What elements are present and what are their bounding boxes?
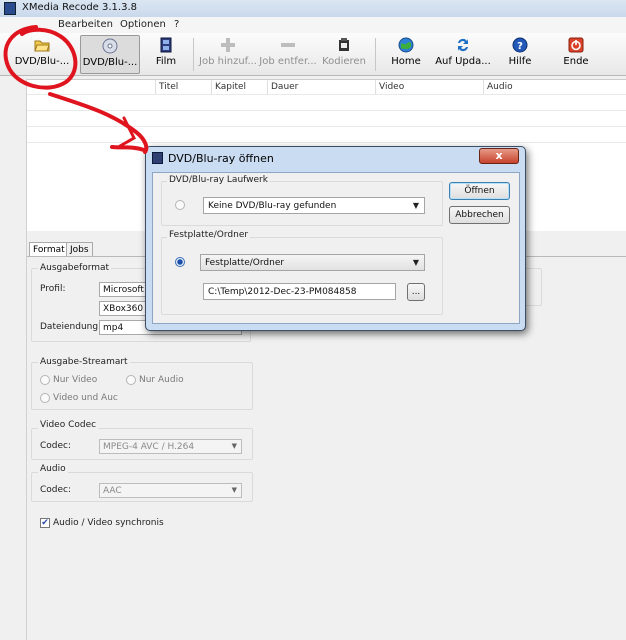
title-bar: XMedia Recode 3.1.3.8: [0, 0, 626, 17]
ausgabeformat-title: Ausgabeformat: [38, 263, 112, 273]
drive-group-title: DVD/Blu-ray Laufwerk: [167, 175, 270, 185]
column-header-video[interactable]: Video: [375, 80, 483, 94]
av-sync-checkbox[interactable]: ✔: [40, 518, 50, 528]
film-icon: [152, 152, 163, 164]
check-updates-button[interactable]: Auf Upda...: [434, 35, 492, 74]
table-row-divider: [27, 142, 626, 143]
left-panel: [0, 79, 27, 640]
table-row-divider: [27, 110, 626, 111]
exit-button[interactable]: Ende: [556, 35, 596, 74]
disk-group: [161, 237, 443, 315]
menu-bar: Bearbeiten Optionen ?: [0, 17, 626, 33]
menu-optionen[interactable]: Optionen: [120, 19, 166, 30]
table-row-divider: [27, 94, 626, 95]
disk-radio[interactable]: [175, 257, 185, 267]
video-codec-label: Codec:: [40, 441, 72, 451]
profil-label: Profil:: [40, 284, 66, 294]
svg-text:?: ?: [517, 41, 523, 52]
film-icon: [158, 37, 174, 53]
chevron-down-icon: ▼: [412, 201, 419, 210]
menu-help[interactable]: ?: [174, 19, 179, 30]
nur-audio-radio[interactable]: [126, 375, 136, 385]
film-button[interactable]: Film: [146, 35, 186, 74]
add-job-label: Job hinzuf...: [199, 56, 257, 67]
video-und-audio-radio[interactable]: [40, 393, 50, 403]
open-dvd-disc-label: DVD/Blu-...: [82, 57, 138, 68]
chevron-down-icon: ▼: [412, 258, 419, 267]
tab-jobs[interactable]: Jobs: [66, 242, 93, 257]
av-sync-label: Audio / Video synchronis: [53, 518, 164, 528]
tab-format[interactable]: Format: [29, 242, 69, 257]
drive-select-value: Keine DVD/Blu-ray gefunden: [208, 201, 337, 211]
cancel-button[interactable]: Abbrechen: [449, 206, 510, 224]
video-codec-select[interactable]: MPEG-4 AVC / H.264 ▼: [99, 439, 242, 454]
nur-video-radio[interactable]: [40, 375, 50, 385]
browse-button[interactable]: ...: [407, 283, 425, 301]
help-button[interactable]: ? Hilfe: [500, 35, 540, 74]
toolbar: DVD/Blu-... DVD/Blu-... Film Job hinzuf.…: [0, 33, 626, 76]
close-icon: x: [495, 149, 503, 162]
column-header-audio[interactable]: Audio: [483, 80, 626, 94]
audio-codec-label: Codec:: [40, 485, 72, 495]
open-dvd-dialog: DVD/Blu-ray öffnen x DVD/Blu-ray Laufwer…: [145, 146, 526, 331]
app-icon: [4, 2, 16, 15]
video-codec-value: MPEG-4 AVC / H.264: [103, 442, 195, 452]
open-dvd-folder-button[interactable]: DVD/Blu-...: [10, 35, 74, 74]
path-input-value: C:\Temp\2012-Dec-23-PM084858: [208, 287, 357, 297]
open-dvd-disc-button[interactable]: DVD/Blu-...: [80, 35, 140, 74]
chevron-down-icon: ▼: [231, 486, 237, 494]
home-button[interactable]: Home: [384, 35, 428, 74]
column-header-titel[interactable]: Titel: [155, 80, 211, 94]
help-label: Hilfe: [508, 56, 532, 67]
menu-bearbeiten[interactable]: Bearbeiten: [58, 19, 113, 30]
encode-label: Kodieren: [322, 56, 366, 67]
home-label: Home: [391, 56, 421, 67]
video-und-audio-label: Video und Auc: [53, 393, 118, 403]
film-label: Film: [155, 56, 177, 67]
toolbar-separator: [193, 38, 194, 71]
disk-select[interactable]: Festplatte/Ordner ▼: [200, 254, 425, 271]
folder-open-icon: [34, 37, 50, 53]
remove-job-label: Job entfer...: [259, 56, 317, 67]
open-dvd-folder-label: DVD/Blu-...: [14, 56, 70, 67]
toolbar-separator: [375, 38, 376, 71]
video-codec-title: Video Codec: [38, 420, 99, 430]
ausgabe-streamart-title: Ausgabe-Streamart: [38, 357, 130, 367]
dialog-body: DVD/Blu-ray Laufwerk Keine DVD/Blu-ray g…: [152, 172, 520, 324]
dateiendung-label: Dateiendung:: [40, 322, 102, 332]
path-input[interactable]: C:\Temp\2012-Dec-23-PM084858: [203, 283, 396, 300]
nur-audio-label: Nur Audio: [139, 375, 184, 385]
disc-icon: [102, 38, 118, 54]
exit-label: Ende: [563, 56, 589, 67]
table-row-divider: [27, 126, 626, 127]
close-button[interactable]: x: [479, 148, 519, 164]
power-icon: [568, 37, 584, 53]
plus-icon: [220, 37, 236, 53]
audio-codec-select[interactable]: AAC ▼: [99, 483, 242, 498]
minus-icon: [280, 37, 296, 53]
window-title: XMedia Recode 3.1.3.8: [22, 2, 137, 13]
add-job-button[interactable]: Job hinzuf...: [198, 35, 258, 74]
encode-button[interactable]: Kodieren: [320, 35, 368, 74]
globe-icon: [398, 37, 414, 53]
open-button[interactable]: Öffnen: [449, 182, 510, 200]
help-icon: ?: [512, 37, 528, 53]
drive-radio[interactable]: [175, 200, 185, 210]
column-header-dauer[interactable]: Dauer: [267, 80, 375, 94]
encode-icon: [336, 37, 352, 53]
disk-group-title: Festplatte/Ordner: [167, 230, 251, 240]
drive-select[interactable]: Keine DVD/Blu-ray gefunden ▼: [203, 197, 425, 214]
dialog-title: DVD/Blu-ray öffnen: [168, 152, 274, 165]
chevron-down-icon: ▼: [231, 442, 237, 450]
audio-codec-value: AAC: [103, 486, 122, 496]
update-icon: [455, 37, 471, 53]
disk-select-value: Festplatte/Ordner: [205, 258, 285, 268]
remove-job-button[interactable]: Job entfer...: [258, 35, 318, 74]
column-header-kapitel[interactable]: Kapitel: [211, 80, 267, 94]
check-updates-label: Auf Upda...: [435, 56, 491, 67]
audio-title: Audio: [38, 464, 68, 474]
nur-video-label: Nur Video: [53, 375, 98, 385]
